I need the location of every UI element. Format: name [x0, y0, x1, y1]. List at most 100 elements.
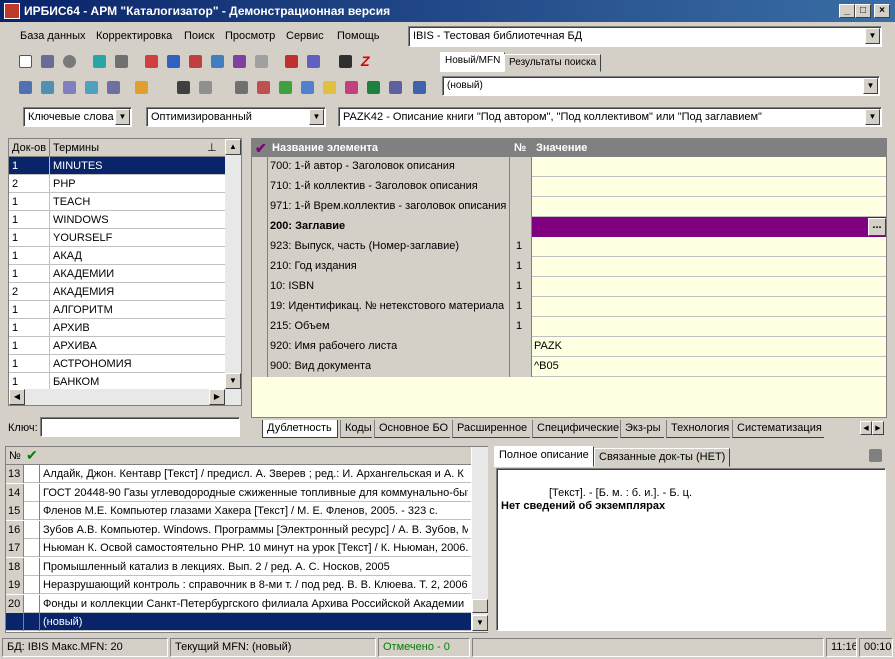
field-value-cell[interactable] [532, 177, 886, 197]
field-value-cell[interactable] [532, 197, 886, 217]
scroll-thumb[interactable] [472, 599, 488, 613]
table-row[interactable]: 20 Фонды и коллекции Санкт-Петербургского… [6, 594, 471, 613]
tab-linked-docs[interactable]: Связанные док-ты (НЕТ) [594, 448, 731, 467]
print-icon[interactable] [232, 78, 250, 96]
table-row[interactable]: 16 Зубов А.В. Компьютер. Windows. Програм… [6, 520, 471, 539]
records-list[interactable]: № ✔ 13 Алдайк, Джон. Кентавр [Текст] / пр… [5, 446, 488, 633]
scroll-right-icon[interactable]: ▶ [209, 389, 225, 405]
scroll-down-icon[interactable]: ▼ [225, 373, 241, 389]
menu-view[interactable]: Просмотр [225, 30, 275, 42]
record-check-cell[interactable] [24, 465, 40, 483]
table-row[interactable]: 920: Имя рабочего листа PAZK [252, 337, 886, 357]
field-value-cell[interactable] [532, 237, 886, 257]
tab-0[interactable]: Дублетность [262, 420, 338, 438]
menu-service[interactable]: Сервис [286, 30, 324, 42]
tab-search-results[interactable]: Результаты поиска [504, 54, 602, 72]
table-icon[interactable] [386, 78, 404, 96]
field-value-cell[interactable] [532, 277, 886, 297]
tab-1[interactable]: Коды [340, 420, 372, 438]
search-strategy-select[interactable]: Оптимизированный ▼ [146, 107, 326, 127]
tab-3[interactable]: Расширенное [452, 420, 530, 438]
print-form-icon[interactable] [276, 78, 294, 96]
table-row[interactable]: 14 ГОСТ 20448-90 Газы углеводородные сжиж… [6, 483, 471, 502]
undo-icon[interactable] [60, 52, 78, 70]
list-item[interactable]: 2 АКАДЕМИЯ [9, 283, 225, 301]
tab-full-description[interactable]: Полное описание [494, 446, 594, 467]
z3950-icon[interactable]: Z [358, 52, 376, 70]
database-select[interactable]: IBIS - Тестовая библиотечная БД ▼ [408, 26, 882, 47]
find-icon[interactable] [104, 78, 122, 96]
tabs-left-icon[interactable]: ◀ [860, 421, 872, 435]
terms-hscrollbar[interactable]: ◀ ▶ [9, 389, 241, 405]
table-row[interactable]: 19: Идентификац. № нетекстового материал… [252, 297, 886, 317]
edit-icon[interactable] [230, 52, 248, 70]
checkmark-icon[interactable]: ✔ [255, 140, 267, 157]
record-check-cell[interactable] [24, 539, 40, 557]
chevron-down-icon[interactable]: ▼ [865, 28, 880, 44]
list-item[interactable]: 1 АКАДЕМИИ [9, 265, 225, 283]
list-item[interactable]: 1 АКАД [9, 247, 225, 265]
maximize-button[interactable]: □ [855, 4, 871, 18]
scroll-up-icon[interactable]: ▲ [225, 139, 241, 155]
tab-2[interactable]: Основное БО [374, 420, 450, 438]
menu-edit[interactable]: Корректировка [96, 30, 172, 42]
minimize-button[interactable]: _ [839, 4, 855, 18]
copy-icon[interactable] [298, 78, 316, 96]
key-input[interactable] [40, 417, 240, 437]
export-icon[interactable] [304, 52, 322, 70]
chevron-down-icon[interactable]: ▼ [865, 109, 880, 125]
scroll-left-icon[interactable]: ◀ [9, 389, 25, 405]
barcode-icon[interactable] [336, 52, 354, 70]
list-item[interactable]: 1 WINDOWS [9, 211, 225, 229]
close-button[interactable]: × [874, 4, 890, 18]
record-check-cell[interactable] [24, 483, 40, 502]
field-value-cell[interactable]: ... [532, 217, 886, 237]
terms-list[interactable]: Док-ов Термины ⊥ 1 MINUTES 2 PHP 1 TEACH 1 WIND… [8, 138, 242, 406]
field-value-cell[interactable]: PAZK [532, 337, 886, 357]
list-item[interactable]: 2 PHP [9, 175, 225, 193]
field-value-cell[interactable] [532, 257, 886, 277]
ellipsis-button[interactable]: ... [868, 218, 886, 236]
menu-search[interactable]: Поиск [184, 30, 214, 42]
terms-scrollbar[interactable]: ▲ ▼ [225, 139, 241, 389]
list-item[interactable]: 1 АРХИВ [9, 319, 225, 337]
pin-icon[interactable]: ⊥ [207, 141, 217, 154]
table-row[interactable]: (новый) [6, 613, 471, 631]
record-check-cell[interactable] [24, 613, 40, 631]
view-icon[interactable] [174, 78, 192, 96]
tab-6[interactable]: Технология [666, 420, 730, 438]
table-row[interactable]: 700: 1-й автор - Заголовок описания [252, 157, 886, 177]
search-mode-select[interactable]: Ключевые слова ▼ [23, 107, 132, 127]
table-row[interactable]: 19 Неразрушающий контроль : справочник в … [6, 576, 471, 594]
table-row[interactable]: 18 Промышленный катализ в лекциях. Вып. 2… [6, 557, 471, 576]
table-row[interactable]: 13 Алдайк, Джон. Кентавр [Текст] / предис… [6, 465, 471, 483]
grid-icon[interactable] [164, 52, 182, 70]
table-row[interactable]: 923: Выпуск, часть (Номер-заглавие) 1 [252, 237, 886, 257]
hand-icon[interactable] [132, 78, 150, 96]
chart-icon[interactable] [342, 78, 360, 96]
table-row[interactable]: 215: Объем 1 [252, 317, 886, 337]
record-check-cell[interactable] [24, 557, 40, 576]
save-icon[interactable] [38, 52, 56, 70]
list-item[interactable]: 1 АРХИВА [9, 337, 225, 355]
chevron-down-icon[interactable]: ▼ [309, 109, 324, 125]
forward-arrow-icon[interactable] [112, 52, 130, 70]
tree-icon[interactable] [208, 52, 226, 70]
table-row[interactable]: 900: Вид документа ^B05 [252, 357, 886, 377]
pages-icon[interactable] [186, 52, 204, 70]
table-row[interactable]: 710: 1-й коллектив - Заголовок описания [252, 177, 886, 197]
record-select[interactable]: (новый) ▼ [442, 76, 880, 96]
search-advanced-icon[interactable] [38, 78, 56, 96]
field-value-cell[interactable] [532, 317, 886, 337]
search-icon[interactable] [16, 78, 34, 96]
excel-icon[interactable] [364, 78, 382, 96]
filter-icon[interactable] [82, 78, 100, 96]
chevron-down-icon[interactable]: ▼ [115, 109, 130, 125]
print-icon[interactable] [866, 446, 884, 464]
tab-7[interactable]: Систематизация [732, 420, 824, 438]
mail-icon[interactable] [60, 78, 78, 96]
table-row[interactable]: 10: ISBN 1 [252, 277, 886, 297]
new-doc-icon[interactable] [16, 52, 34, 70]
back-arrow-icon[interactable] [90, 52, 108, 70]
records-scrollbar[interactable]: ▼ [472, 447, 488, 632]
